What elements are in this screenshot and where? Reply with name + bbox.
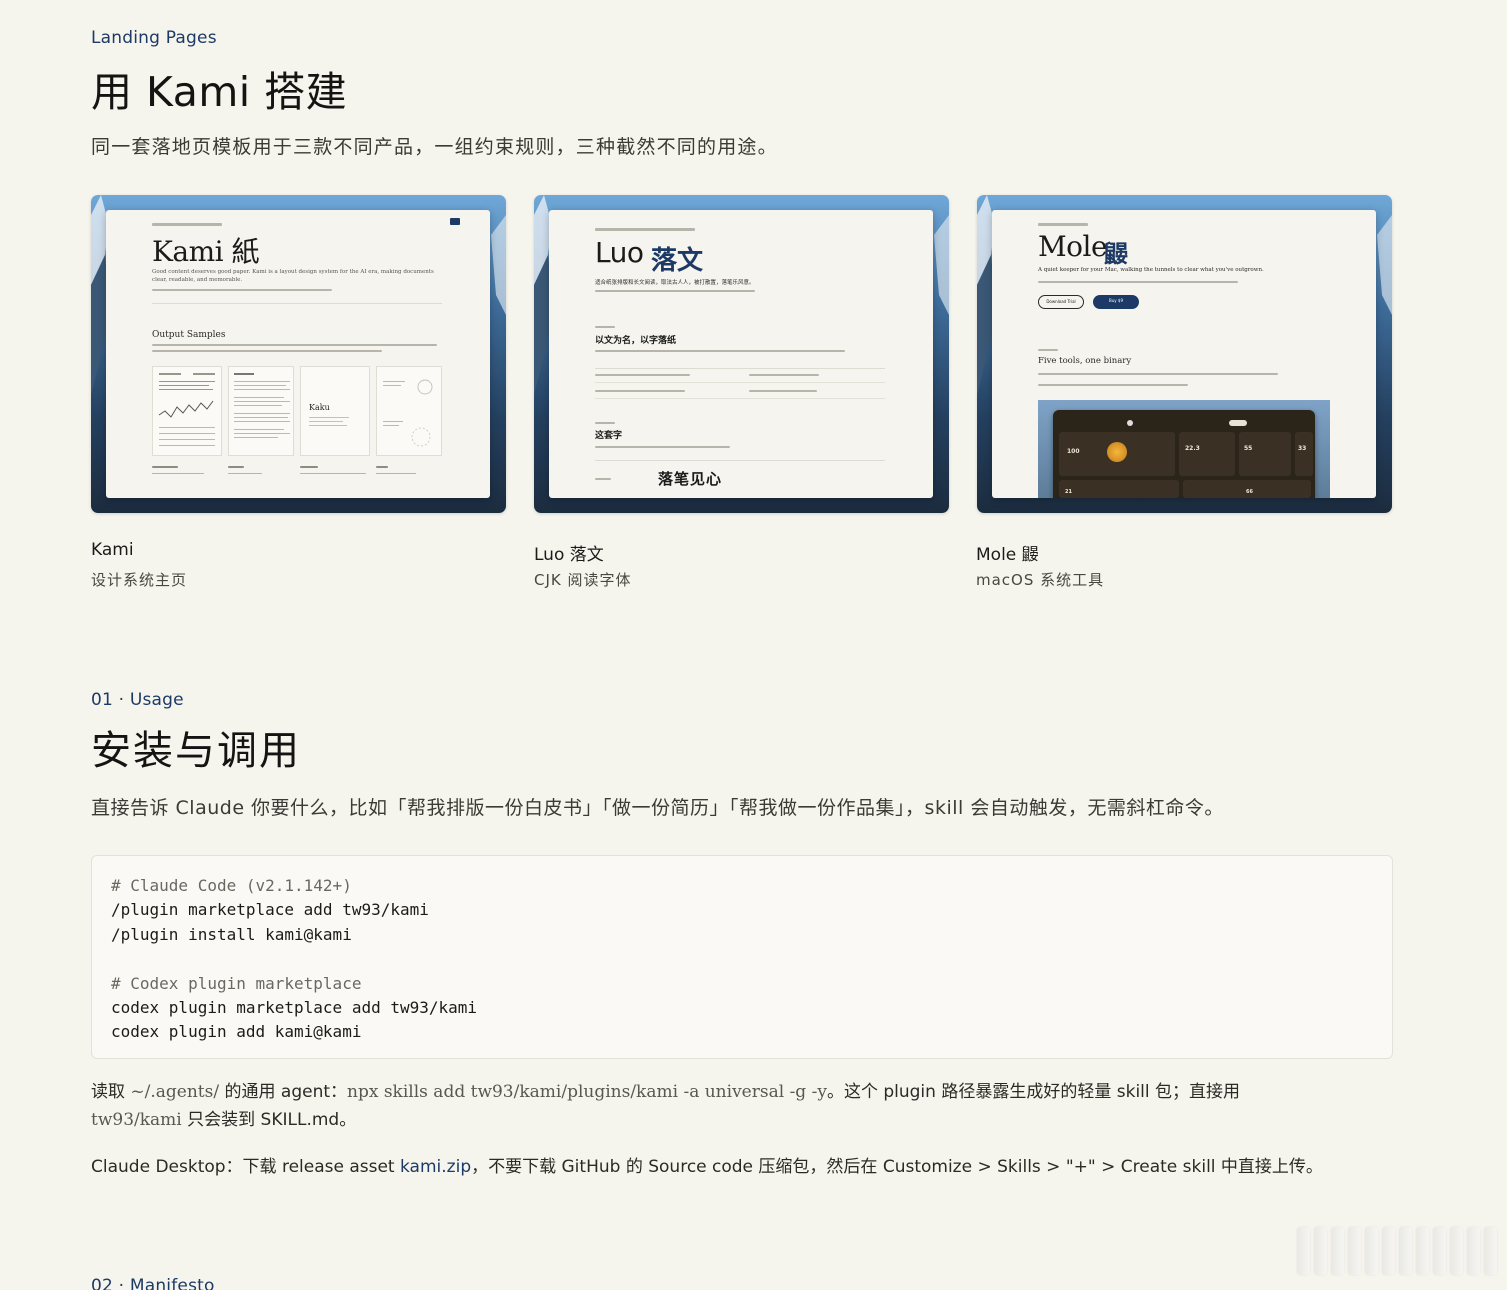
page-scroll-indicator[interactable] — [1297, 1227, 1497, 1275]
kami-thumb-report — [152, 366, 222, 456]
note-text: 的通用 agent： — [219, 1082, 348, 1102]
mole-stat: 100 — [1067, 448, 1080, 455]
card-kami-desc: 设计系统主页 — [91, 571, 188, 589]
luo-preview-sub: 适合纸张排版和长文阅读，取法古人人，被打散置，落笔乐风意。 — [595, 280, 755, 286]
mole-preview-section: Five tools, one binary — [1038, 356, 1132, 366]
mole-stat: 55 — [1244, 445, 1253, 452]
code-line: # Claude Code (v2.1.142+) — [111, 876, 352, 895]
card-mole-desc: macOS 系统工具 — [976, 571, 1105, 589]
mole-preview-title: Mole — [1038, 230, 1108, 263]
usage-title: 安装与调用 — [91, 728, 301, 774]
mole-download-trial-button: Download Trial — [1038, 295, 1084, 309]
card-kami-preview[interactable]: Kami 紙 Good content deserves good paper.… — [91, 195, 506, 513]
note-text: 。这个 plugin 路径暴露生成好的轻量 skill 包；直接用 — [826, 1082, 1241, 1102]
mole-preview-sub: A quiet keeper for your Mac, walking the… — [1038, 267, 1264, 273]
code-line: /plugin install kami@kami — [111, 924, 352, 944]
kami-preview-item: Kaku — [309, 403, 330, 412]
landing-eyebrow: Landing Pages — [91, 28, 217, 48]
luo-preview-title: Luo — [595, 236, 644, 269]
card-mole-name[interactable]: Mole 鼹 — [976, 540, 1039, 565]
code-line: # Codex plugin marketplace — [111, 973, 362, 993]
note-text: ，不要下载 GitHub 的 Source code 压缩包，然后在 Custo… — [471, 1157, 1323, 1177]
note-text: Claude Desktop：下载 release asset — [91, 1157, 401, 1177]
note-text: 读取 — [91, 1082, 131, 1102]
inline-code-command: npx skills add tw93/kami/plugins/kami -a… — [347, 1082, 827, 1102]
kami-preview-section: Output Samples — [152, 330, 226, 340]
landing-title: 用 Kami 搭建 — [91, 68, 348, 116]
note-text: 只会装到 SKILL.md。 — [181, 1110, 357, 1130]
code-line: /plugin marketplace add tw93/kami — [111, 900, 429, 920]
kami-zip-link[interactable]: kami.zip — [400, 1157, 471, 1177]
kami-preview-sub: Good content deserves good paper. Kami i… — [152, 269, 434, 283]
inline-code-repo: tw93/kami — [91, 1110, 182, 1130]
kami-thumb-portfolio: Kaku — [300, 366, 370, 456]
kami-preview-title: Kami 紙 — [152, 235, 260, 268]
mole-stat: 66 — [1246, 489, 1253, 495]
luo-preview-section2: 这套字 — [595, 431, 623, 441]
card-mole-preview[interactable]: Mole 鼹 A quiet keeper for your Mac, walk… — [977, 195, 1392, 513]
luo-sheet: Luo 落文 适合纸张排版和长文阅读，取法古人人，被打散置，落笔乐风意。 以文为… — [549, 210, 933, 498]
mole-preview-title-cjk: 鼹 — [1104, 240, 1128, 268]
kami-sheet: Kami 紙 Good content deserves good paper.… — [106, 210, 490, 498]
luo-preview-section: 以文为名，以字落纸 — [595, 336, 677, 346]
usage-lead: 直接告诉 Claude 你要什么，比如「帮我排版一份白皮书」「做一份简历」「帮我… — [91, 797, 1224, 819]
luo-preview-title-cjk: 落文 — [651, 246, 704, 276]
install-code-block[interactable]: # Claude Code (v2.1.142+) /plugin market… — [91, 855, 1393, 1059]
landing-lead: 同一套落地页模板用于三款不同产品，一组约束规则，三种截然不同的用途。 — [91, 136, 778, 158]
agent-install-note: 读取 ~/.agents/ 的通用 agent：npx skills add t… — [91, 1078, 1391, 1134]
desktop-install-note: Claude Desktop：下载 release asset kami.zip… — [91, 1153, 1323, 1181]
mole-stat: 22.3 — [1185, 445, 1200, 452]
kami-thumb-slides — [376, 366, 442, 456]
luo-preview-display: 落笔见心 — [658, 470, 723, 488]
card-kami-name[interactable]: Kami — [91, 540, 134, 560]
card-luo-name[interactable]: Luo 落文 — [534, 540, 604, 565]
code-line: codex plugin add kami@kami — [111, 1022, 362, 1042]
mole-app-screenshot: 100 22.3 55 33 21 66 — [1038, 400, 1330, 498]
mole-stat: 33 — [1298, 445, 1307, 452]
code-line: codex plugin marketplace add tw93/kami — [111, 997, 478, 1017]
kami-thumb-resume — [228, 366, 294, 456]
card-luo-desc: CJK 阅读字体 — [534, 571, 632, 589]
mole-sheet: Mole 鼹 A quiet keeper for your Mac, walk… — [992, 210, 1376, 498]
inline-code-path: ~/.agents/ — [130, 1082, 220, 1102]
mole-stat: 21 — [1065, 489, 1072, 495]
usage-eyebrow: 01 · Usage — [91, 690, 184, 710]
card-luo-preview[interactable]: Luo 落文 适合纸张排版和长文阅读，取法古人人，被打散置，落笔乐风意。 以文为… — [534, 195, 949, 513]
mole-buy-button: Buy $9 — [1093, 295, 1139, 309]
manifesto-eyebrow: 02 · Manifesto — [91, 1276, 215, 1290]
